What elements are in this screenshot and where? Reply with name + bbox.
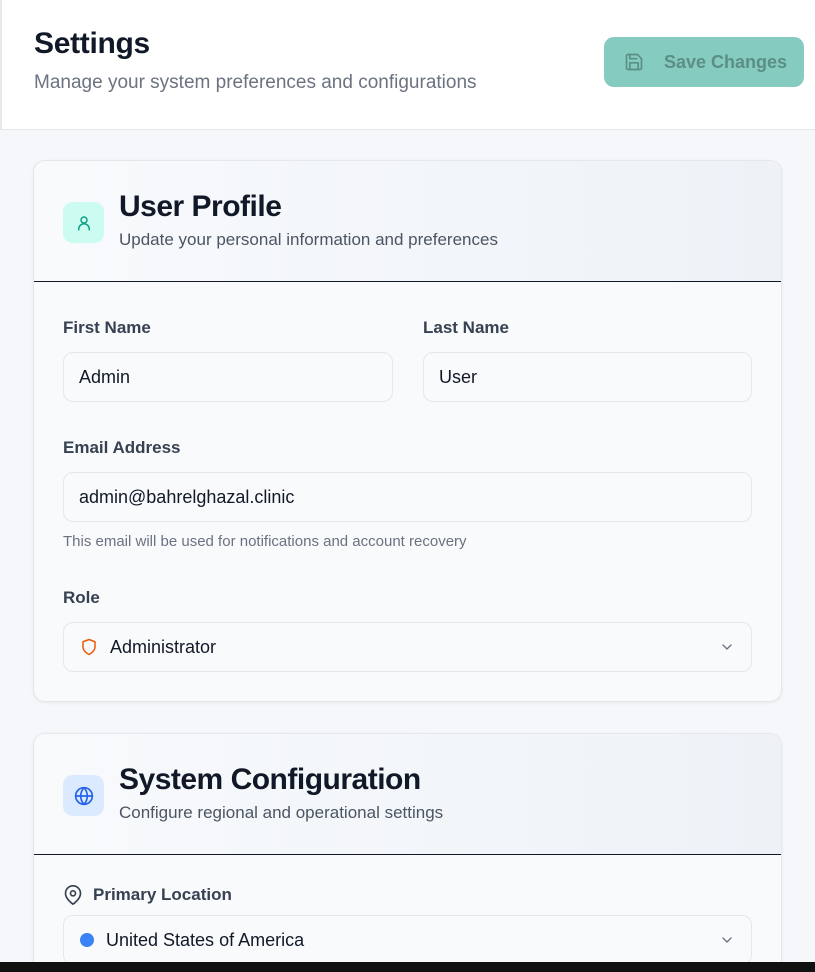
globe-icon [63,775,104,816]
system-configuration-card: System Configuration Configure regional … [33,733,782,972]
save-changes-button[interactable]: Save Changes [604,37,804,87]
first-name-label: First Name [63,318,151,337]
page-header: Settings Manage your system preferences … [0,0,815,130]
page-subtitle: Manage your system preferences and confi… [34,72,477,93]
save-icon [624,52,644,72]
user-profile-header: User Profile Update your personal inform… [34,161,781,282]
primary-location-label: Primary Location [93,885,232,904]
last-name-label: Last Name [423,318,509,337]
email-label: Email Address [63,438,181,457]
location-value: United States of America [106,929,305,950]
system-configuration-title: System Configuration [119,763,421,796]
primary-location-select[interactable]: United States of America [63,915,752,965]
first-name-input[interactable]: Admin [63,352,393,402]
role-value: Administrator [110,636,217,657]
email-input[interactable]: admin@bahrelghazal.clinic [63,472,752,522]
user-profile-title: User Profile [119,190,282,223]
page-title: Settings [34,27,150,60]
map-pin-icon [63,885,83,905]
role-label: Role [63,588,100,607]
save-changes-label: Save Changes [664,51,788,72]
user-profile-subtitle: Update your personal information and pre… [119,230,498,249]
system-configuration-subtitle: Configure regional and operational setti… [119,803,444,822]
shield-icon [80,638,98,656]
email-hint: This email will be used for notification… [63,533,467,550]
last-name-value: User [439,366,478,387]
role-select[interactable]: Administrator [63,622,752,672]
chevron-down-icon [719,932,735,948]
system-configuration-header: System Configuration Configure regional … [34,734,781,855]
chevron-down-icon [719,639,735,655]
email-value: admin@bahrelghazal.clinic [79,486,295,507]
last-name-input[interactable]: User [423,352,752,402]
user-profile-card: User Profile Update your personal inform… [33,160,782,702]
first-name-value: Admin [79,366,131,387]
user-icon [63,202,104,243]
bottom-edge-bar [0,962,815,972]
location-status-dot [80,933,94,947]
